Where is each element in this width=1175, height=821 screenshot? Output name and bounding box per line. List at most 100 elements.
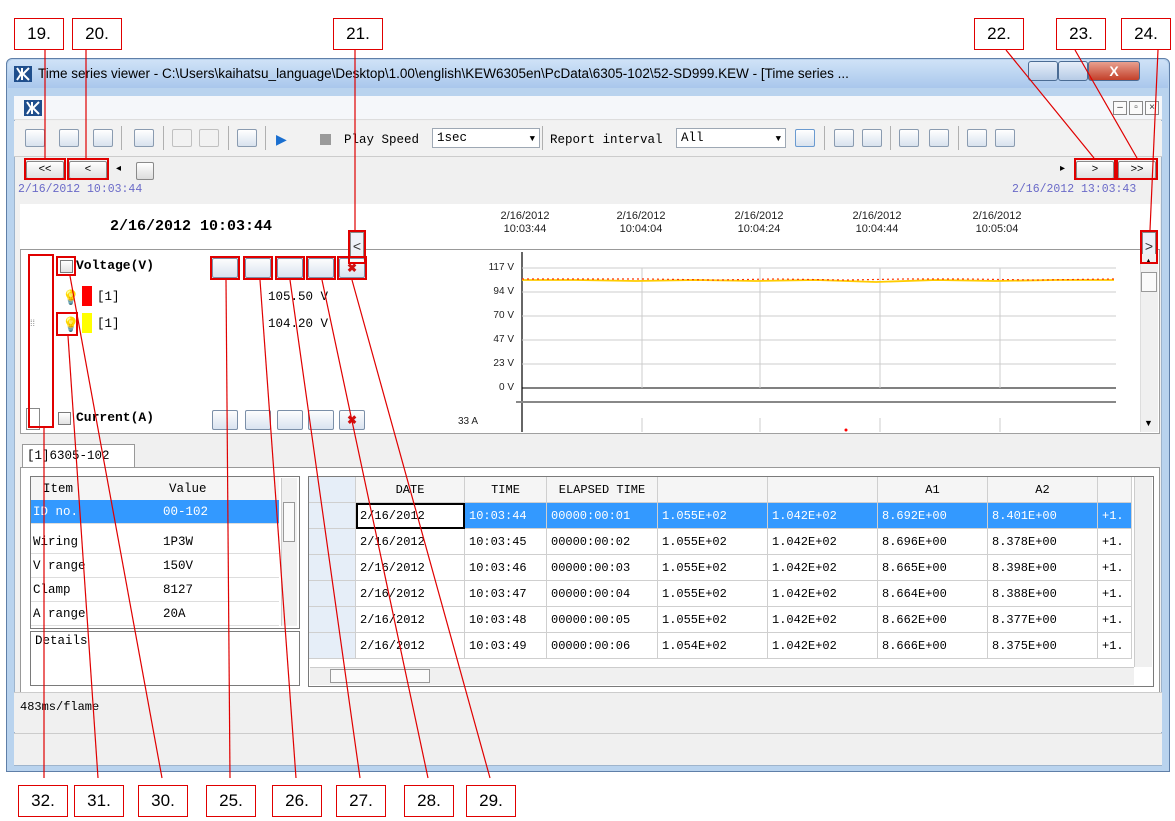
graph-edit-button[interactable] <box>245 410 271 430</box>
table-column-header[interactable] <box>1098 477 1132 503</box>
close-data-icon[interactable] <box>995 129 1015 147</box>
property-row[interactable]: A range 20A <box>31 602 279 626</box>
table-cell[interactable]: 10:03:44 <box>465 503 547 529</box>
paste-icon[interactable] <box>862 129 882 147</box>
table-view-icon[interactable] <box>25 129 45 147</box>
table-cell[interactable]: 00000:00:05 <box>547 607 658 633</box>
properties-scrollbar-thumb[interactable] <box>283 502 295 542</box>
graph-minimize-button[interactable] <box>277 258 303 278</box>
voltage-checkbox[interactable] <box>60 260 73 273</box>
table-cell[interactable]: 8.662E+00 <box>878 607 988 633</box>
table-cell[interactable]: 1.055E+02 <box>658 503 768 529</box>
first-page-button[interactable]: << <box>26 161 64 179</box>
table-cell[interactable]: 8.377E+00 <box>988 607 1098 633</box>
table-cell[interactable]: 2/16/2012 <box>356 581 465 607</box>
table-cell[interactable]: 2/16/2012 <box>356 633 465 659</box>
table-cell[interactable]: 1.042E+02 <box>768 607 878 633</box>
table-column-header[interactable]: ELAPSED TIME <box>547 477 658 503</box>
table-cell[interactable]: +1. <box>1098 607 1132 633</box>
minimize-button[interactable] <box>1028 61 1058 81</box>
table-cell[interactable]: +1. <box>1098 555 1132 581</box>
table-cell[interactable]: 8.378E+00 <box>988 529 1098 555</box>
table-column-header[interactable]: A1 <box>878 477 988 503</box>
table-cell[interactable]: 2/16/2012 <box>356 607 465 633</box>
row-header[interactable] <box>309 581 356 607</box>
table-cell[interactable]: 1.042E+02 <box>768 555 878 581</box>
table-cell[interactable]: 00000:00:03 <box>547 555 658 581</box>
table-cell[interactable]: 1.055E+02 <box>658 581 768 607</box>
play-icon[interactable]: ▶ <box>276 131 287 148</box>
table-cell[interactable]: 2/16/2012 <box>356 555 465 581</box>
drag-handle-icon[interactable]: ⁞⁞ <box>30 318 35 328</box>
prev-page-button[interactable]: < <box>69 161 107 179</box>
table-cell[interactable]: 10:03:49 <box>465 633 547 659</box>
clipboard-icon[interactable] <box>834 129 854 147</box>
table-cell[interactable]: 1.055E+02 <box>658 607 768 633</box>
table-cell[interactable]: 2/16/2012 <box>356 503 465 529</box>
table-cell[interactable]: 8.375E+00 <box>988 633 1098 659</box>
row-header[interactable] <box>309 503 356 529</box>
table-cell[interactable]: 8.666E+00 <box>878 633 988 659</box>
table-cell[interactable]: +1. <box>1098 633 1132 659</box>
copy-icon[interactable] <box>199 129 219 147</box>
list-view-icon[interactable] <box>93 129 113 147</box>
table-column-header[interactable] <box>768 477 878 503</box>
lightbulb-icon[interactable]: 💡 <box>62 288 79 306</box>
refresh-icon[interactable] <box>795 129 815 147</box>
row-header[interactable] <box>309 555 356 581</box>
edit-icon[interactable] <box>134 129 154 147</box>
table-cell[interactable]: 1.042E+02 <box>768 529 878 555</box>
table-cell[interactable]: 8.401E+00 <box>988 503 1098 529</box>
table-cell[interactable]: 1.054E+02 <box>658 633 768 659</box>
table-column-header[interactable]: DATE <box>356 477 465 503</box>
table-horizontal-scrollbar-thumb[interactable] <box>330 669 430 683</box>
property-row[interactable]: Clamp 8127 <box>31 578 279 602</box>
table-cell[interactable]: 00000:00:01 <box>547 503 658 529</box>
scroll-up-icon[interactable]: ▲ <box>1144 256 1153 266</box>
table-cell[interactable]: 10:03:48 <box>465 607 547 633</box>
drag-handle[interactable] <box>26 408 40 430</box>
table-corner[interactable] <box>309 477 356 503</box>
graph-delete-button[interactable]: ✖ <box>339 410 365 430</box>
link-icon[interactable] <box>172 129 192 147</box>
graph-settings-button[interactable] <box>212 410 238 430</box>
table-cell[interactable]: +1. <box>1098 529 1132 555</box>
table-cell[interactable]: 8.665E+00 <box>878 555 988 581</box>
table-cell[interactable]: 8.388E+00 <box>988 581 1098 607</box>
table-cell[interactable]: 10:03:46 <box>465 555 547 581</box>
table-column-header[interactable] <box>658 477 768 503</box>
table-cell[interactable]: 1.042E+02 <box>768 633 878 659</box>
scroll-left-icon[interactable]: ◂ <box>116 163 121 174</box>
lightbulb-icon[interactable]: 💡 <box>62 315 79 333</box>
table-cell[interactable]: 10:03:47 <box>465 581 547 607</box>
table-cell[interactable]: +1. <box>1098 503 1132 529</box>
current-checkbox[interactable] <box>58 412 71 425</box>
row-header[interactable] <box>309 633 356 659</box>
graph-view-icon[interactable] <box>59 129 79 147</box>
table-cell[interactable]: 10:03:45 <box>465 529 547 555</box>
table-cell[interactable]: 8.664E+00 <box>878 581 988 607</box>
table-column-header[interactable]: TIME <box>465 477 547 503</box>
graph-delete-button[interactable]: ✖ <box>339 258 365 278</box>
table-cell[interactable]: 1.042E+02 <box>768 503 878 529</box>
table-cell[interactable]: +1. <box>1098 581 1132 607</box>
table-cell[interactable]: 1.042E+02 <box>768 581 878 607</box>
next-page-button[interactable]: > <box>1076 161 1114 179</box>
maximize-button[interactable] <box>1058 61 1088 81</box>
table-cell[interactable]: 8.696E+00 <box>878 529 988 555</box>
table-cell[interactable]: 8.398E+00 <box>988 555 1098 581</box>
scroll-down-icon[interactable]: ▼ <box>1144 418 1153 428</box>
table-column-header[interactable]: A2 <box>988 477 1098 503</box>
print-icon[interactable] <box>899 129 919 147</box>
graph-edit-button[interactable] <box>245 258 271 278</box>
tab-6305-102[interactable]: [1]6305-102 <box>22 444 135 468</box>
row-header[interactable] <box>309 529 356 555</box>
graph-scrollbar-thumb[interactable] <box>1141 272 1157 292</box>
table-cell[interactable]: 8.692E+00 <box>878 503 988 529</box>
table-cell[interactable]: 1.055E+02 <box>658 529 768 555</box>
mdi-restore-button[interactable]: ▫ <box>1129 101 1143 115</box>
time-scrollbar-thumb[interactable] <box>136 162 154 180</box>
graph-maximize-button[interactable] <box>308 258 334 278</box>
graph-minimize-button[interactable] <box>277 410 303 430</box>
scroll-right-icon[interactable]: ▸ <box>1060 163 1065 174</box>
